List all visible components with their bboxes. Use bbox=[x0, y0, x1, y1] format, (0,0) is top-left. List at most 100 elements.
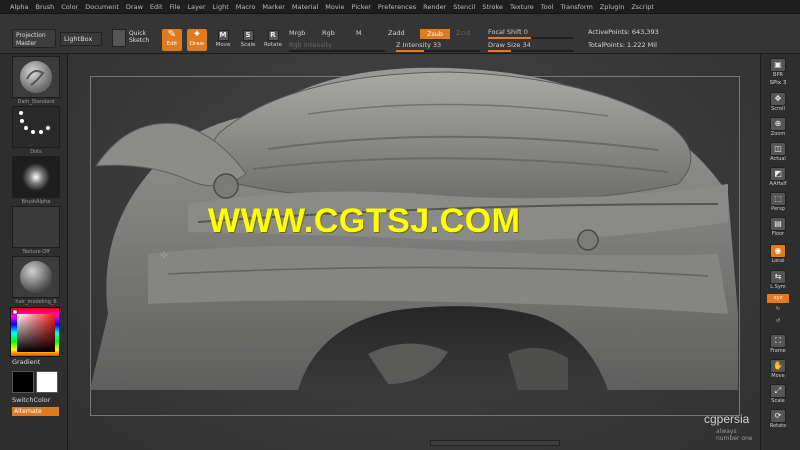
menu-brush[interactable]: Brush bbox=[35, 3, 54, 11]
rotate-icon: R bbox=[267, 30, 279, 41]
sculpt-model[interactable] bbox=[68, 54, 760, 450]
texture-selector[interactable] bbox=[12, 206, 60, 248]
quick-sketch-button[interactable]: Quick Sketch bbox=[129, 30, 149, 44]
scroll-button[interactable]: ✥ Scroll bbox=[767, 92, 789, 114]
lsym-button[interactable]: ⇆ L.Sym bbox=[767, 270, 789, 292]
brush-selector[interactable] bbox=[12, 56, 60, 98]
alternate-button[interactable]: Alternate bbox=[12, 407, 59, 416]
m-button[interactable]: M bbox=[356, 29, 362, 37]
brand-tagline: always number one bbox=[716, 428, 753, 442]
spix-readout[interactable]: SPix 3 bbox=[767, 80, 789, 86]
zcut-button[interactable]: Zcut bbox=[456, 29, 471, 37]
draw-size-track[interactable] bbox=[488, 50, 574, 52]
actual-button[interactable]: ◫ Actual bbox=[767, 142, 789, 164]
rgb-intensity-slider[interactable]: Rgb Intensity bbox=[289, 41, 332, 49]
menu-macro[interactable]: Macro bbox=[236, 3, 256, 11]
z-intensity-slider[interactable]: Z Intensity 33 bbox=[396, 41, 441, 49]
alpha-selector[interactable] bbox=[12, 156, 60, 198]
menu-preferences[interactable]: Preferences bbox=[378, 3, 416, 11]
canvas-scrollbar[interactable] bbox=[430, 440, 560, 446]
draw-button[interactable]: ✦ Draw bbox=[187, 29, 207, 51]
rotate-view-button[interactable]: ⟳ Rotate bbox=[767, 409, 789, 431]
gradient-toggle[interactable]: Gradient bbox=[12, 358, 40, 366]
menu-document[interactable]: Document bbox=[85, 3, 119, 11]
mrgb-button[interactable]: Mrgb bbox=[289, 29, 305, 37]
menu-marker[interactable]: Marker bbox=[262, 3, 284, 11]
rotate-button[interactable]: R Rotate bbox=[262, 29, 284, 51]
alpha-label: BrushAlpha bbox=[21, 199, 51, 205]
material-selector[interactable] bbox=[12, 256, 60, 298]
total-points-label: TotalPoints: bbox=[588, 41, 625, 49]
z-intensity-label: Z Intensity bbox=[396, 41, 431, 49]
rgb-intensity-track[interactable] bbox=[289, 50, 385, 52]
menu-movie[interactable]: Movie bbox=[325, 3, 344, 11]
menu-zscript[interactable]: Zscript bbox=[631, 3, 654, 11]
menu-picker[interactable]: Picker bbox=[352, 3, 371, 11]
total-points-readout: TotalPoints: 1.222 Mil bbox=[588, 41, 657, 49]
lightbox-button[interactable]: LightBox bbox=[60, 32, 102, 46]
bpr-button[interactable]: ▣ BPR bbox=[767, 58, 789, 80]
left-tray: Dam_Standard Dots BrushAlpha Texture Off… bbox=[0, 54, 68, 450]
brush-icon bbox=[20, 61, 52, 93]
menu-zplugin[interactable]: Zplugin bbox=[600, 3, 625, 11]
scroll-icon: ✥ bbox=[770, 92, 786, 106]
z-intensity-track[interactable] bbox=[396, 50, 480, 52]
edit-icon: ✎ bbox=[167, 29, 177, 40]
focal-shift-track[interactable] bbox=[488, 37, 574, 39]
frame-label: Frame bbox=[770, 348, 786, 354]
menu-color[interactable]: Color bbox=[61, 3, 78, 11]
color-picker[interactable] bbox=[10, 307, 60, 357]
floor-label: Floor bbox=[771, 231, 785, 237]
total-points-value: 1.222 Mil bbox=[626, 41, 657, 49]
top-shelf: Projection Master LightBox Quick Sketch … bbox=[0, 14, 800, 54]
rotate-y-button[interactable]: ↺ bbox=[767, 318, 789, 330]
persp-label: Persp bbox=[771, 206, 785, 212]
menu-texture[interactable]: Texture bbox=[510, 3, 534, 11]
rotate-axis-button[interactable]: ↻ bbox=[767, 306, 789, 318]
xyz-button[interactable]: xyz bbox=[767, 294, 789, 303]
menu-light[interactable]: Light bbox=[213, 3, 229, 11]
menu-stroke[interactable]: Stroke bbox=[482, 3, 503, 11]
menu-layer[interactable]: Layer bbox=[187, 3, 205, 11]
scale-label: Scale bbox=[240, 42, 256, 48]
menu-file[interactable]: File bbox=[170, 3, 181, 11]
secondary-color-swatch[interactable] bbox=[36, 371, 58, 393]
draw-size-slider[interactable]: Draw Size 34 bbox=[488, 41, 531, 49]
floor-button[interactable]: ▤ Floor bbox=[767, 217, 789, 239]
menu-material[interactable]: Material bbox=[292, 3, 318, 11]
menu-tool[interactable]: Tool bbox=[541, 3, 554, 11]
menu-alpha[interactable]: Alpha bbox=[10, 3, 28, 11]
material-sphere-icon bbox=[20, 261, 52, 293]
stroke-selector[interactable] bbox=[12, 106, 60, 148]
move-icon: M bbox=[217, 30, 229, 41]
dots-stroke-icon bbox=[19, 111, 50, 134]
scale-button[interactable]: S Scale bbox=[237, 29, 259, 51]
scale-view-button[interactable]: ⤢ Scale bbox=[767, 384, 789, 406]
menu-edit[interactable]: Edit bbox=[150, 3, 163, 11]
focal-shift-slider[interactable]: Focal Shift 0 bbox=[488, 28, 528, 36]
aahalf-icon: ◩ bbox=[770, 167, 786, 181]
menu-render[interactable]: Render bbox=[423, 3, 446, 11]
menu-draw[interactable]: Draw bbox=[126, 3, 143, 11]
quick-sketch-icon[interactable] bbox=[112, 29, 126, 47]
menu-stencil[interactable]: Stencil bbox=[453, 3, 475, 11]
aahalf-button[interactable]: ◩ AAHalf bbox=[767, 167, 789, 189]
edit-button[interactable]: ✎ Edit bbox=[162, 29, 182, 51]
frame-button[interactable]: ⛶ Frame bbox=[767, 334, 789, 356]
move-view-button[interactable]: ✋ Move bbox=[767, 359, 789, 381]
zadd-button[interactable]: Zadd bbox=[388, 29, 405, 37]
rgb-button[interactable]: Rgb bbox=[322, 29, 335, 37]
main-color-swatch[interactable] bbox=[12, 371, 34, 393]
projection-master-button[interactable]: Projection Master bbox=[12, 29, 56, 48]
menu-transform[interactable]: Transform bbox=[560, 3, 592, 11]
rotate-view-label: Rotate bbox=[769, 423, 787, 429]
local-button[interactable]: ◉ Local bbox=[767, 244, 789, 266]
move-label: Move bbox=[215, 42, 231, 48]
switch-color-button[interactable]: SwitchColor bbox=[12, 396, 50, 404]
persp-button[interactable]: ⬚ Persp bbox=[767, 192, 789, 214]
brush-alpha-icon bbox=[22, 163, 50, 191]
move-button[interactable]: M Move bbox=[212, 29, 234, 51]
zoom-button[interactable]: ⊕ Zoom bbox=[767, 117, 789, 139]
document-canvas[interactable]: WWW.CGTSJ.COM ⊹ cgpersia always number o… bbox=[68, 54, 760, 450]
zsub-button[interactable]: Zsub bbox=[420, 29, 450, 39]
